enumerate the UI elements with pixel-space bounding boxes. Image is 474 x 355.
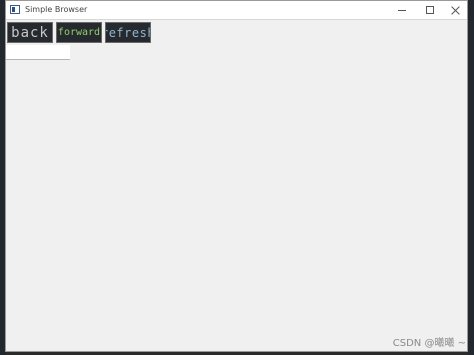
web-content-area[interactable] xyxy=(6,61,467,351)
refresh-button[interactable]: refresh xyxy=(105,22,151,43)
window-app-icon xyxy=(10,5,20,14)
minimize-icon xyxy=(398,9,406,11)
close-button[interactable] xyxy=(441,1,469,19)
close-icon xyxy=(451,6,460,15)
window-title: Simple Browser xyxy=(25,5,88,14)
url-input[interactable] xyxy=(6,45,70,60)
desktop-background-right xyxy=(468,0,474,355)
minimize-button[interactable] xyxy=(388,1,416,19)
browser-window: Simple Browser back forward refresh xyxy=(5,0,468,352)
title-bar[interactable]: Simple Browser xyxy=(6,1,467,20)
watermark: CSDN @曦曦 ~ xyxy=(392,338,466,349)
forward-button[interactable]: forward xyxy=(56,22,102,43)
back-button[interactable]: back xyxy=(7,22,53,43)
maximize-icon xyxy=(426,6,434,14)
maximize-button[interactable] xyxy=(416,1,444,19)
